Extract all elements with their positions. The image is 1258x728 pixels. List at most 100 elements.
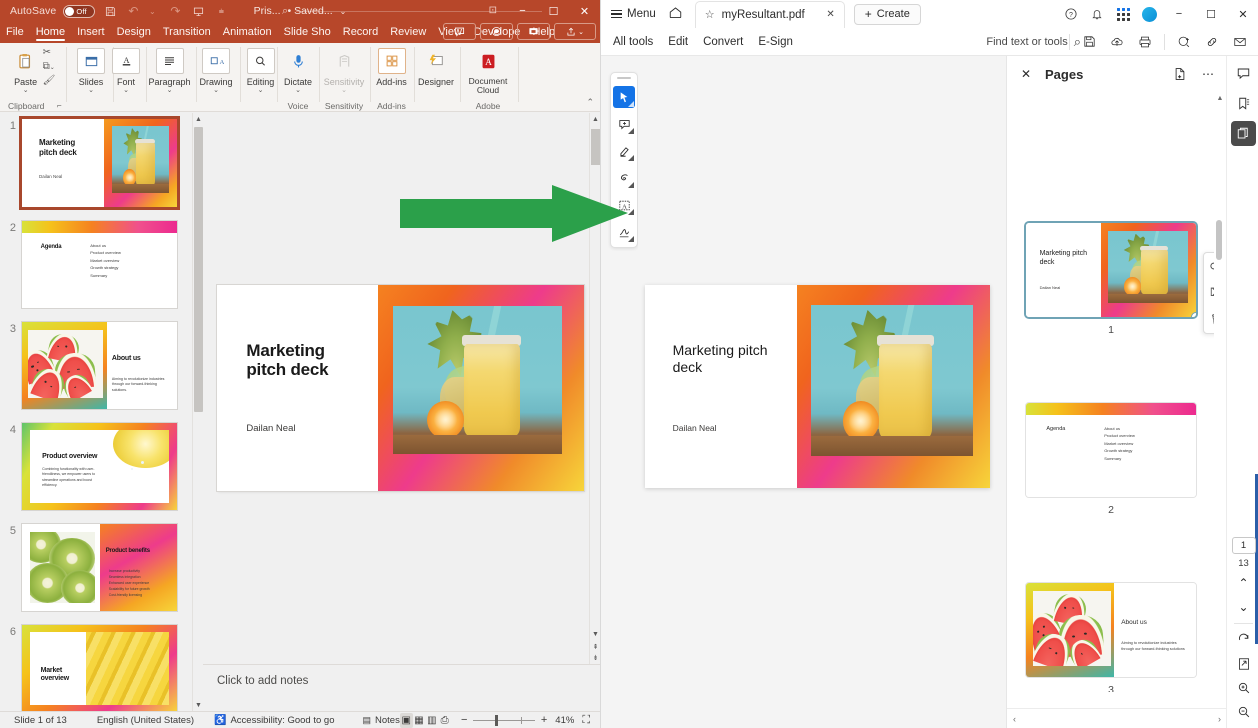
thumbnail-slide-3[interactable]: 3 About us Aiming to revolutionize indus… (0, 322, 190, 409)
page-thumbnail-3-canvas[interactable]: About us Aiming to revolutionize industr… (1025, 582, 1197, 678)
page-thumbnail-1[interactable]: Marketing pitch deck Dailan Neal 1 (1025, 222, 1197, 336)
insert-page-icon[interactable] (1169, 63, 1191, 85)
page-thumbnail-2[interactable]: Agenda About us Product overview Market … (1025, 402, 1197, 516)
thumbnail-5-canvas[interactable]: Product benefits Increase productivity S… (22, 524, 177, 611)
share-button[interactable]: ⌄ (554, 23, 596, 40)
slide-title[interactable]: Marketing pitch deck (246, 341, 363, 379)
previous-slide-icon[interactable]: ⇞ (590, 641, 600, 652)
zoom-slider-knob[interactable] (495, 715, 499, 726)
more-commands-icon[interactable]: ⩧ (213, 3, 229, 19)
add-comment-icon[interactable] (613, 113, 635, 135)
email-icon[interactable] (1227, 30, 1253, 54)
tab-slide-show[interactable]: Slide Sho (278, 23, 337, 43)
cloud-upload-icon[interactable] (1104, 30, 1130, 54)
pages-scroll-thumb[interactable] (1216, 220, 1222, 260)
tab-review[interactable]: Review (384, 23, 432, 43)
notes-toggle-button[interactable]: ▤ Notes (362, 715, 399, 726)
ppt-close-button[interactable]: ✕ (569, 0, 600, 22)
editor-scroll-thumb[interactable] (591, 129, 600, 165)
thumbnails-scroll-up-icon[interactable]: ▲ (193, 113, 203, 125)
document-tab[interactable]: ☆ myResultant.pdf ✕ (694, 0, 845, 28)
editor-scroll-up-icon[interactable]: ▲ (590, 113, 600, 125)
ppt-maximize-button[interactable]: ☐ (538, 0, 569, 22)
pages-scroll-up-icon[interactable]: ▲ (1214, 92, 1226, 104)
add-comment-icon[interactable] (1171, 30, 1197, 54)
acrobat-close-button[interactable]: ✕ (1227, 0, 1258, 28)
save-icon[interactable] (102, 3, 118, 19)
tab-insert[interactable]: Insert (71, 23, 111, 43)
slide-sorter-view-button[interactable]: ▦ (413, 713, 426, 728)
tab-design[interactable]: Design (111, 23, 157, 43)
thumbnail-slide-2[interactable]: 2 Agenda About us Product overview Marke… (0, 221, 190, 308)
document-cloud-button[interactable]: A Document Cloud (464, 43, 512, 95)
thumbnail-slide-5[interactable]: 5 Product benefits Increase productivity (0, 524, 190, 611)
page-thumbnail-1-canvas[interactable]: Marketing pitch deck Dailan Neal (1025, 222, 1197, 318)
share-chevron-down-icon[interactable]: ⌄ (578, 28, 584, 36)
thumbnail-slide-6[interactable]: 6 Market overview (0, 625, 190, 711)
star-icon[interactable]: ☆ (705, 8, 715, 21)
apps-grid-icon[interactable] (1110, 1, 1136, 27)
paragraph-button[interactable]: Paragraph ⌄ (146, 43, 194, 94)
zoom-out-button[interactable]: − (461, 714, 467, 726)
zoom-slider[interactable] (473, 714, 535, 726)
chevron-down-icon[interactable]: ⌄ (1232, 597, 1256, 617)
avatar[interactable] (1142, 6, 1157, 22)
more-options-icon[interactable]: ⋯ (1197, 63, 1219, 85)
designer-button[interactable]: Designer (412, 43, 460, 87)
start-presentation-icon[interactable] (190, 3, 206, 19)
convert-button[interactable]: Convert (703, 36, 743, 48)
highlight-icon[interactable] (613, 140, 635, 162)
drawing-button[interactable]: A Drawing ⌄ (192, 43, 240, 94)
font-button[interactable]: A Font ⌄ (102, 43, 150, 94)
slide-counter[interactable]: Slide 1 of 13 (14, 715, 67, 726)
zoom-level-label[interactable]: 41% (555, 715, 574, 726)
pages-footer-right-icon[interactable]: › (1218, 714, 1221, 724)
undo-icon[interactable]: ↶ (125, 3, 141, 19)
paragraph-chevron-down-icon[interactable]: ⌄ (167, 87, 173, 94)
clipboard-dialog-launcher-icon[interactable]: ⌐ (57, 101, 62, 110)
cut-icon[interactable]: ✂ (43, 47, 56, 60)
pages-panel-scrollbar[interactable]: ▲ (1214, 92, 1226, 692)
help-icon[interactable]: ? (1058, 1, 1084, 27)
thumbnail-3-canvas[interactable]: About us Aiming to revolutionize industr… (22, 322, 177, 409)
close-icon[interactable]: ✕ (1013, 61, 1039, 87)
tab-record[interactable]: Record (337, 23, 384, 43)
ribbon-collapse-icon[interactable]: ⌃ (586, 97, 594, 108)
notes-placeholder[interactable]: Click to add notes (217, 675, 308, 687)
bookmarks-icon[interactable] (1231, 91, 1256, 116)
save-icon[interactable] (1076, 30, 1102, 54)
tab-home[interactable]: Home (30, 23, 71, 43)
slide-subtitle[interactable]: Dailan Neal (246, 423, 295, 434)
slideshow-view-button[interactable]: ⎙ (438, 713, 451, 728)
editing-chevron-down-icon[interactable]: ⌄ (258, 87, 264, 94)
record-button[interactable] (480, 23, 513, 40)
sensitivity-chevron-down-icon[interactable]: ⌄ (341, 87, 347, 94)
fit-page-icon[interactable] (1232, 654, 1256, 674)
thumbnails-scroll-down-icon[interactable]: ▼ (193, 699, 203, 711)
thumbnail-4-canvas[interactable]: Product overview Combining functionality… (22, 423, 177, 510)
comments-icon[interactable] (1231, 61, 1256, 86)
fit-slide-icon[interactable]: ⛶ (582, 714, 590, 727)
acrobat-menu-button[interactable]: Menu (611, 8, 656, 20)
slide-thumbnails-pane[interactable]: 1 Marketing pitch deck Dailan Neal 2 Age… (0, 113, 203, 711)
copy-chevron-down-icon[interactable]: ⌄ (50, 65, 55, 71)
pdf-viewer[interactable]: Marketing pitch deck Dailan Neal ▲ ▼ (638, 56, 1043, 728)
acrobat-maximize-button[interactable]: ☐ (1195, 0, 1227, 28)
print-icon[interactable] (1132, 30, 1158, 54)
edit-button[interactable]: Edit (668, 36, 688, 48)
page-thumbnails-icon[interactable] (1230, 121, 1256, 146)
select-cursor-icon[interactable] (613, 86, 635, 108)
slides-chevron-down-icon[interactable]: ⌄ (88, 87, 94, 94)
toolbar-drag-handle[interactable] (617, 77, 631, 79)
present-button[interactable] (517, 23, 550, 40)
tab-transitions[interactable]: Transition (157, 23, 217, 43)
all-tools-button[interactable]: All tools (613, 36, 653, 48)
current-page-input[interactable]: 1 (1231, 537, 1256, 554)
current-slide-canvas[interactable]: Marketing pitch deck Dailan Neal (217, 285, 584, 491)
addins-button[interactable]: Add-ins (368, 43, 416, 87)
create-button[interactable]: + Create (853, 3, 921, 25)
thumbnail-1-canvas[interactable]: Marketing pitch deck Dailan Neal (19, 116, 180, 210)
page-thumbnail-resize-handle[interactable] (1191, 312, 1196, 317)
chevron-up-icon[interactable]: ⌃ (1232, 573, 1256, 593)
pdf-page-1[interactable]: Marketing pitch deck Dailan Neal (645, 285, 990, 488)
